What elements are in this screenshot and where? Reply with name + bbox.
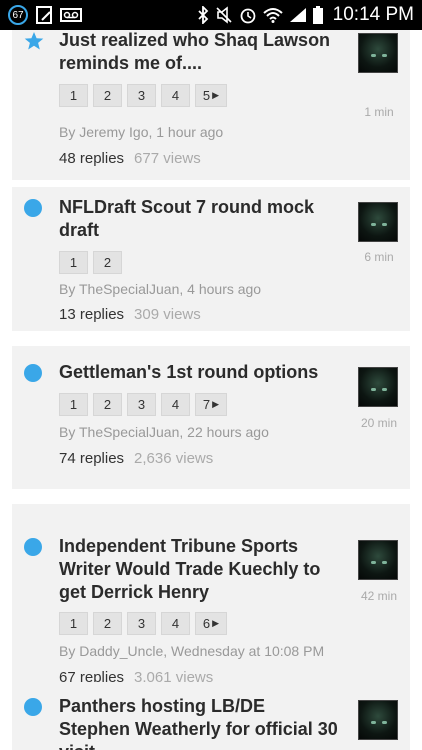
page-number: 7 — [202, 397, 211, 412]
last-post-time: 6 min — [364, 250, 394, 264]
notification-count-badge: 67 — [8, 5, 28, 25]
pagination: 1 2 3 4 5 ▶ — [59, 84, 227, 107]
view-count: 309 views — [134, 306, 201, 323]
page-button[interactable]: 2 — [93, 84, 122, 107]
last-post-time: 42 min — [360, 589, 398, 603]
avatar[interactable] — [358, 367, 398, 407]
page-button[interactable]: 1 — [59, 251, 88, 274]
thread-title[interactable]: Independent Tribune Sports Writer Would … — [59, 535, 339, 604]
page-number: 5 — [202, 88, 211, 103]
bluetooth-icon — [197, 6, 209, 24]
pagination: 1 2 — [59, 251, 122, 274]
thread-list: Just realized who Shaq Lawson reminds me… — [0, 30, 422, 750]
status-time: 10:14 PM — [332, 4, 414, 25]
thread-stats: 48 replies 677 views — [59, 150, 201, 167]
star-icon — [24, 31, 44, 50]
thread-item[interactable]: Independent Tribune Sports Writer Would … — [12, 504, 410, 702]
avatar[interactable] — [358, 33, 398, 73]
thread-author-line: By Daddy_Uncle, Wednesday at 10:08 PM — [59, 643, 325, 659]
thread-title[interactable]: Panthers hosting LB/DE Stephen Weatherly… — [59, 695, 339, 750]
page-button[interactable]: 1 — [59, 84, 88, 107]
alarm-icon — [239, 6, 257, 24]
page-button[interactable]: 2 — [93, 612, 122, 635]
thread-title[interactable]: NFLDraft Scout 7 round mock draft — [59, 196, 339, 242]
page-button[interactable]: 3 — [127, 84, 156, 107]
page-button[interactable]: 1 — [59, 393, 88, 416]
pagination: 1 2 3 4 7 ▶ — [59, 393, 227, 416]
arrow-right-icon: ▶ — [212, 618, 220, 628]
page-button[interactable]: 4 — [161, 84, 190, 107]
last-post-time: 20 min — [360, 416, 398, 430]
wifi-icon — [263, 7, 283, 23]
thread-author-line: By TheSpecialJuan, 4 hours ago — [59, 281, 262, 297]
thread-item[interactable]: NFLDraft Scout 7 round mock draft 1 2 By… — [12, 187, 410, 331]
thread-stats: 74 replies 2,636 views — [59, 450, 213, 467]
unread-dot-icon — [24, 199, 42, 217]
thread-stats: 13 replies 309 views — [59, 306, 201, 323]
signal-icon — [289, 7, 307, 23]
thread-item[interactable]: Gettleman's 1st round options 1 2 3 4 7 ▶… — [12, 346, 410, 489]
page-button[interactable]: 2 — [93, 251, 122, 274]
arrow-right-icon: ▶ — [212, 90, 220, 100]
thread-title[interactable]: Gettleman's 1st round options — [59, 361, 339, 384]
arrow-right-icon: ▶ — [212, 399, 220, 409]
thread-item[interactable]: Just realized who Shaq Lawson reminds me… — [12, 30, 410, 180]
page-button[interactable]: 3 — [127, 393, 156, 416]
avatar[interactable] — [358, 202, 398, 242]
thread-title[interactable]: Just realized who Shaq Lawson reminds me… — [59, 30, 339, 75]
unread-dot-icon — [24, 364, 42, 382]
unread-dot-icon — [24, 698, 42, 716]
status-bar: 67 10:14 PM — [0, 0, 422, 30]
page-button[interactable]: 3 — [127, 612, 156, 635]
avatar[interactable] — [358, 700, 398, 740]
reply-count: 74 replies — [59, 450, 125, 467]
thread-author-line: By TheSpecialJuan, 22 hours ago — [59, 424, 269, 440]
unread-dot-icon — [24, 538, 42, 556]
page-icon — [36, 6, 52, 24]
avatar[interactable] — [358, 540, 398, 580]
last-page-button[interactable]: 6 ▶ — [195, 612, 227, 635]
page-number: 6 — [202, 616, 211, 631]
page-button[interactable]: 1 — [59, 612, 88, 635]
reply-count: 13 replies — [59, 306, 125, 323]
pagination: 1 2 3 4 6 ▶ — [59, 612, 227, 635]
view-count: 2,636 views — [134, 450, 214, 467]
reply-count: 48 replies — [59, 150, 125, 167]
thread-item[interactable]: Panthers hosting LB/DE Stephen Weatherly… — [12, 682, 410, 750]
last-page-button[interactable]: 7 ▶ — [195, 393, 227, 416]
nfc-mute-icon — [215, 6, 233, 24]
page-button[interactable]: 4 — [161, 393, 190, 416]
last-page-button[interactable]: 5 ▶ — [195, 84, 227, 107]
battery-icon — [312, 6, 323, 24]
voicemail-icon — [60, 8, 82, 22]
page-button[interactable]: 2 — [93, 393, 122, 416]
page-button[interactable]: 4 — [161, 612, 190, 635]
thread-author-line: By Jeremy Igo, 1 hour ago — [59, 124, 224, 140]
last-post-time: 1 min — [364, 105, 394, 119]
view-count: 677 views — [134, 150, 201, 167]
